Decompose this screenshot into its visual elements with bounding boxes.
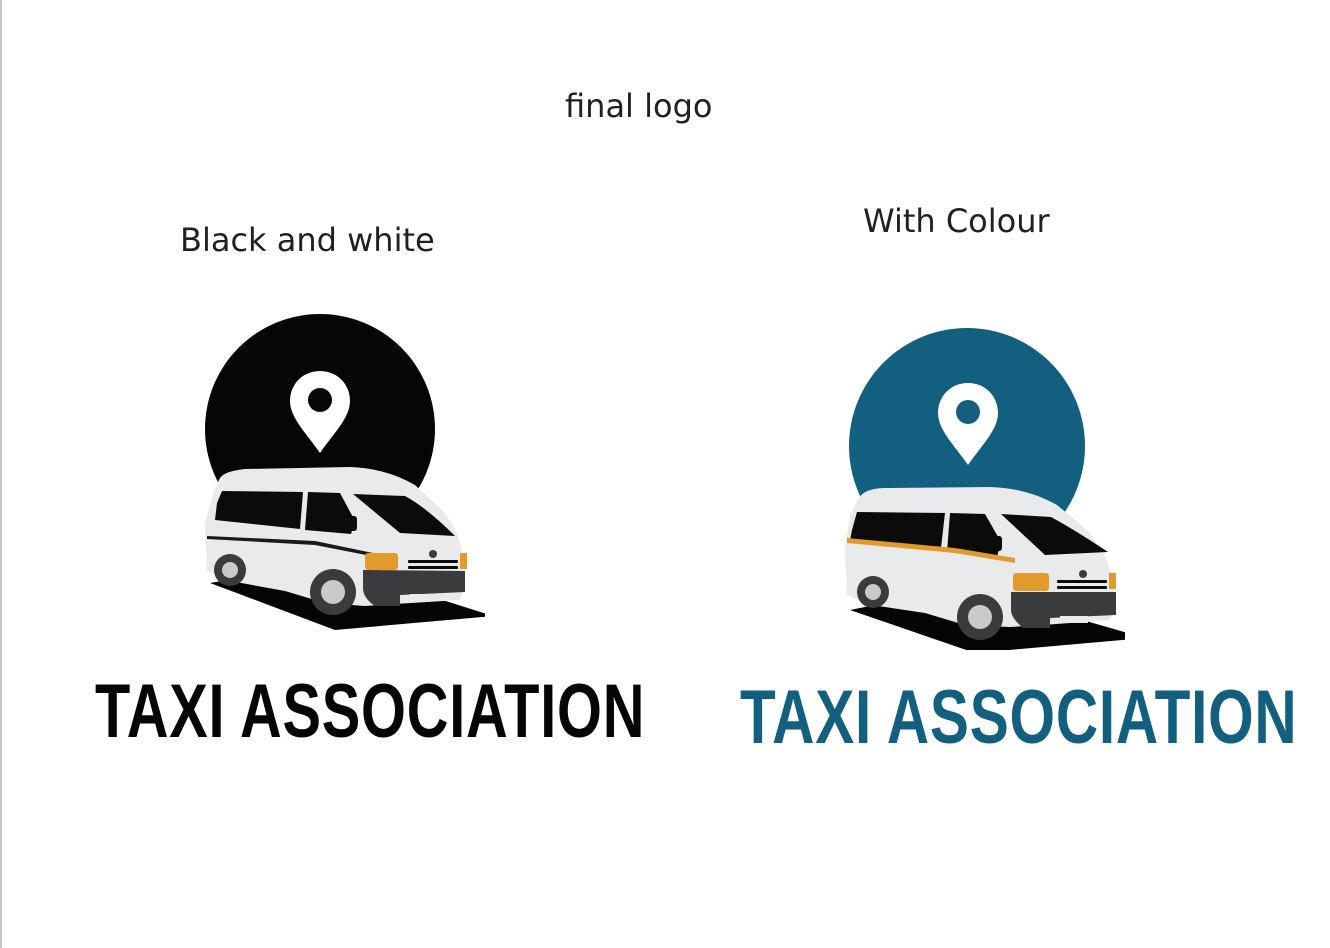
minibus-taxi-icon	[205, 467, 485, 630]
minibus-taxi-icon	[845, 487, 1125, 650]
page-title: final logo	[565, 87, 713, 125]
colour-wordmark: TAXI ASSOCIATION	[740, 675, 1298, 760]
black-and-white-logo-mark	[205, 314, 485, 630]
black-and-white-caption: Black and white	[180, 221, 435, 259]
with-colour-caption: With Colour	[863, 202, 1050, 240]
page-edge	[0, 0, 2, 948]
black-and-white-wordmark: TAXI ASSOCIATION	[95, 669, 646, 754]
colour-logo-mark	[845, 328, 1125, 650]
